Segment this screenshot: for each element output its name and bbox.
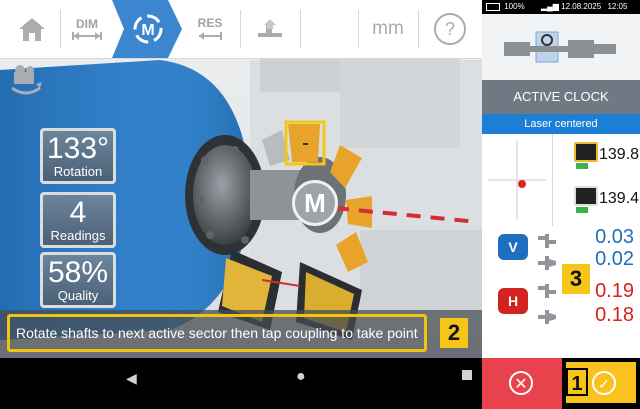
machine-train-icon — [504, 31, 616, 63]
horizontal-angularity-value: 0.18 — [595, 304, 634, 326]
callout-results: 3 — [562, 264, 590, 294]
dim-label: DIM — [76, 17, 98, 31]
active-clock-mode[interactable]: ACTIVE CLOCK — [482, 80, 640, 114]
rotation-readout: 133° Rotation — [40, 128, 116, 184]
home-icon — [19, 18, 45, 41]
laser-detector-panel: 139.8 139.4 — [482, 134, 640, 227]
battery-level: 100% — [504, 2, 525, 11]
results-button[interactable]: RES — [182, 0, 238, 58]
battery-icon — [486, 2, 500, 11]
sensor-bottom-value: 139.4 — [599, 190, 640, 207]
vertical-offset-icon — [538, 234, 556, 248]
confirm-check-icon: ✓ — [592, 371, 616, 395]
system-status-bar: 100% ▂▄▆ 12.08.2025 12:05 — [482, 0, 640, 14]
help-glyph: ? — [444, 19, 455, 39]
rotation-value: 133° — [46, 132, 110, 165]
horizontal-badge-icon: H — [498, 288, 528, 314]
vertical-badge-icon: V — [498, 234, 528, 260]
coupling-take-point-button[interactable]: M — [292, 180, 338, 226]
home-button[interactable] — [8, 0, 56, 58]
callout-ok: 1 — [566, 368, 588, 396]
system-time: 12:05 — [607, 2, 628, 11]
readings-value: 4 — [69, 196, 87, 229]
sensor-top-battery — [576, 163, 588, 169]
dimensions-button[interactable]: DIM — [62, 0, 112, 58]
units-label: mm — [372, 18, 404, 39]
toolbar-blank-slot — [302, 0, 358, 58]
readings-label: Readings — [50, 228, 106, 243]
svg-text:M: M — [141, 22, 154, 39]
alignment-tolerance-icon — [258, 19, 282, 37]
quality-readout: 58% Quality — [40, 252, 116, 308]
view-rotate-icon — [11, 65, 42, 95]
units-button[interactable]: mm — [360, 0, 416, 58]
vertical-angularity-icon — [538, 256, 556, 270]
horizontal-offset-icon — [538, 284, 556, 298]
rotation-label: Rotation — [53, 164, 103, 179]
laser-status: Laser centered — [482, 114, 640, 134]
sensor-top-icon — [574, 142, 598, 162]
nav-back-icon[interactable]: ◀ — [126, 370, 137, 387]
status-message: Rotate shafts to next active sector then… — [7, 314, 427, 352]
nav-recents-icon[interactable] — [462, 370, 472, 380]
help-icon: ? — [434, 13, 466, 45]
res-label: RES — [197, 16, 223, 30]
sensor-bottom-battery — [576, 207, 588, 213]
system-date: 12.08.2025 — [561, 2, 602, 11]
measure-clock-icon: M — [112, 0, 182, 58]
vertical-offset-value: 0.03 — [595, 226, 634, 248]
android-nav-bar: ◀ ● — [0, 360, 482, 409]
quality-value: 58% — [47, 256, 109, 289]
tolerance-button[interactable] — [242, 0, 298, 58]
readings-readout: 4 Readings — [40, 192, 116, 248]
machine-thumbnail[interactable] — [482, 14, 640, 80]
view-rotate-button[interactable] — [6, 62, 50, 100]
vertical-angularity-value: 0.02 — [595, 248, 634, 270]
dimensions-arrows-icon — [72, 32, 102, 40]
nav-home-icon[interactable]: ● — [296, 368, 306, 386]
horizontal-offset-value: 0.19 — [595, 280, 634, 302]
signal-icon: ▂▄▆ — [540, 2, 559, 11]
confirm-button[interactable]: ✓ 1 — [562, 358, 640, 409]
measure-button[interactable]: M — [112, 0, 182, 58]
cancel-icon: ✕ — [509, 371, 533, 395]
coupling-label: M — [304, 188, 326, 218]
horizontal-badge-label: H — [507, 293, 519, 309]
quality-label: Quality — [57, 288, 99, 303]
sensor-top-value: 139.8 — [599, 146, 640, 163]
cancel-button[interactable]: ✕ — [482, 358, 562, 409]
results-arrows-icon — [199, 32, 222, 40]
help-button[interactable]: ? — [422, 0, 478, 58]
sensor-bottom-icon — [574, 186, 598, 206]
callout-status: 2 — [440, 318, 468, 348]
top-toolbar: DIM M RES mm ? — [0, 0, 482, 59]
vertical-badge-label: V — [508, 239, 518, 255]
alignment-results[interactable]: V 0.03 0.02 H 0.19 0.18 3 — [482, 226, 640, 358]
horizontal-angularity-icon — [538, 310, 556, 324]
laser-target-crosshair — [488, 140, 546, 220]
